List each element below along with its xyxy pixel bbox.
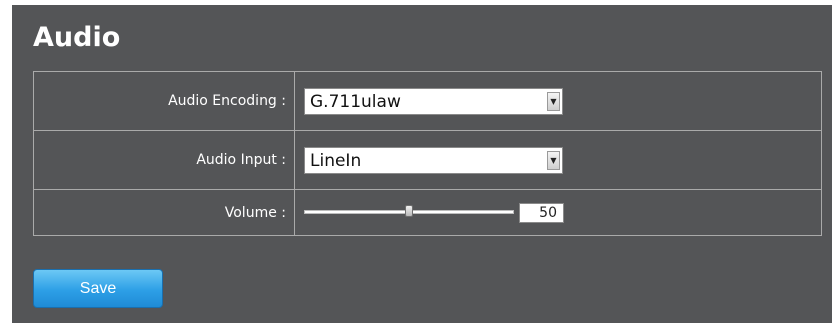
volume-value-field[interactable]: 50 bbox=[519, 202, 564, 223]
page-title: Audio bbox=[33, 22, 121, 53]
chevron-down-icon[interactable]: ▼ bbox=[547, 150, 560, 170]
audio-settings-table: Audio Encoding : G.711ulaw ▼ Audio Input… bbox=[33, 71, 822, 236]
audio-input-cell: LineIn ▼ bbox=[294, 130, 822, 190]
audio-input-select[interactable]: LineIn ▼ bbox=[304, 146, 563, 174]
audio-encoding-label: Audio Encoding : bbox=[33, 71, 295, 131]
audio-input-selected-value: LineIn bbox=[310, 150, 362, 171]
volume-slider: 50 bbox=[304, 201, 821, 225]
audio-encoding-select[interactable]: G.711ulaw ▼ bbox=[304, 87, 563, 115]
audio-encoding-cell: G.711ulaw ▼ bbox=[294, 71, 822, 131]
audio-encoding-selected-value: G.711ulaw bbox=[310, 91, 401, 112]
volume-label: Volume : bbox=[33, 189, 295, 236]
volume-cell: 50 bbox=[294, 189, 822, 236]
audio-input-label: Audio Input : bbox=[33, 130, 295, 190]
table-row-audio-input: Audio Input : LineIn ▼ bbox=[33, 130, 822, 190]
table-row-audio-encoding: Audio Encoding : G.711ulaw ▼ bbox=[33, 71, 822, 131]
audio-settings-panel: Audio Audio Encoding : G.711ulaw ▼ Audio… bbox=[12, 5, 832, 323]
table-row-volume: Volume : 50 bbox=[33, 189, 822, 236]
chevron-down-icon[interactable]: ▼ bbox=[547, 91, 560, 111]
save-button[interactable]: Save bbox=[33, 269, 163, 308]
volume-slider-handle[interactable] bbox=[405, 204, 413, 217]
